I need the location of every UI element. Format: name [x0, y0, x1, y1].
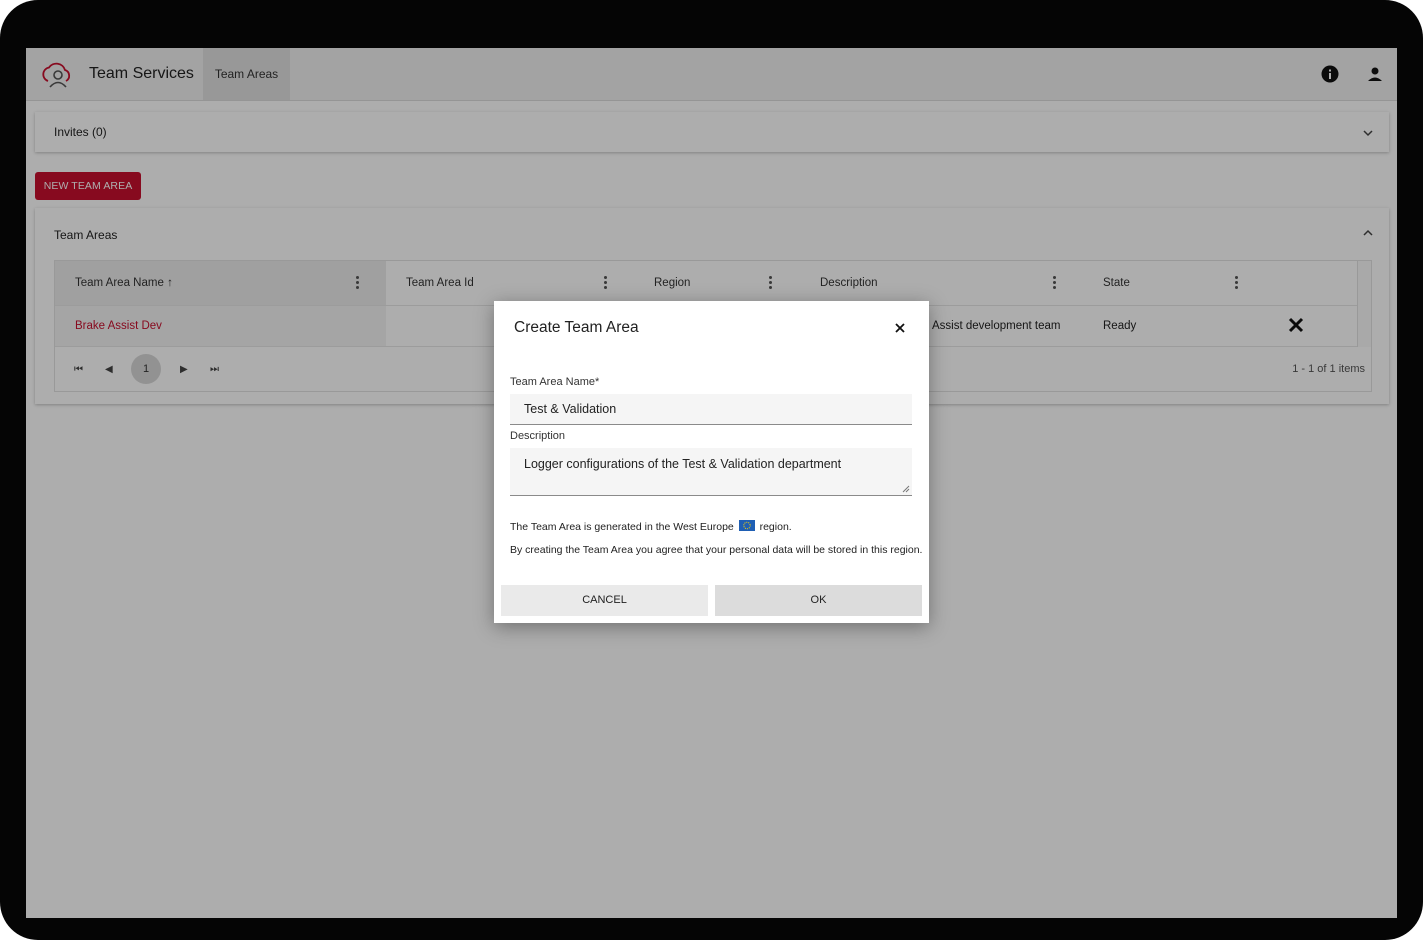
region-info-text: The Team Area is generated in the West E… [510, 520, 792, 533]
ok-button[interactable]: OK [715, 585, 922, 616]
create-team-area-dialog: Create Team Area Team Area Name* Test & … [494, 301, 929, 623]
app-screen: Team Services Team Areas Invites (0) NEW… [26, 48, 1397, 918]
device-frame: Team Services Team Areas Invites (0) NEW… [0, 0, 1423, 940]
description-label: Description [510, 430, 566, 442]
eu-flag-icon [738, 520, 755, 531]
description-text: Logger configurations of the Test & Vali… [524, 457, 842, 471]
team-area-name-input[interactable]: Test & Validation [510, 394, 912, 425]
data-consent-text: By creating the Team Area you agree that… [510, 544, 923, 556]
resize-handle-icon[interactable] [902, 485, 910, 493]
cancel-button[interactable]: CANCEL [501, 585, 708, 616]
close-icon[interactable] [893, 321, 907, 335]
description-textarea[interactable]: Logger configurations of the Test & Vali… [510, 448, 912, 496]
dialog-title: Create Team Area [514, 319, 639, 336]
team-area-name-label: Team Area Name* [510, 376, 600, 388]
